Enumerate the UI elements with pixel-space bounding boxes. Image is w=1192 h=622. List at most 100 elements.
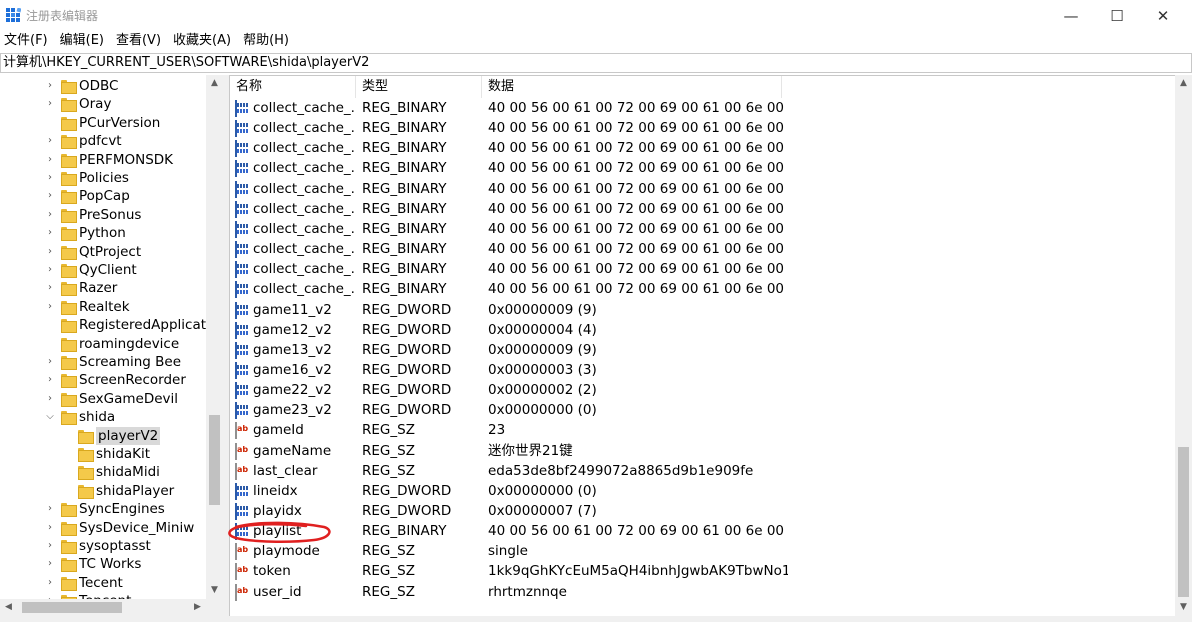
value-row[interactable]: playidx REG_DWORD 0x00000007 (7) <box>230 501 1175 521</box>
chevron-right-icon[interactable]: › <box>45 374 55 386</box>
scroll-left-arrow-icon[interactable]: ◀ <box>0 599 17 616</box>
tree-item[interactable]: › SysDevice_Miniw <box>0 519 206 537</box>
value-row[interactable]: game23_v2 REG_DWORD 0x00000000 (0) <box>230 400 1175 420</box>
chevron-right-icon[interactable]: › <box>45 393 55 405</box>
value-row[interactable]: collect_cache_... REG_BINARY 40 00 56 00 6… <box>230 138 1175 158</box>
menu-favorites[interactable]: 收藏夹(A) <box>173 31 237 53</box>
tree-item[interactable]: shidaKit <box>0 445 206 463</box>
column-header-type[interactable]: 类型 <box>356 76 482 98</box>
chevron-right-icon[interactable]: › <box>45 135 55 147</box>
tree-item[interactable]: › TC Works <box>0 555 206 573</box>
close-button[interactable]: ✕ <box>1140 0 1186 31</box>
menu-edit[interactable]: 编辑(E) <box>60 31 110 53</box>
value-row[interactable]: ab token REG_SZ 1kk9qGhKYcEuM5aQH4ibnhJgwbA… <box>230 561 1175 581</box>
chevron-right-icon[interactable]: › <box>45 246 55 258</box>
tree-item[interactable]: › QtProject <box>0 243 206 261</box>
value-row[interactable]: game11_v2 REG_DWORD 0x00000009 (9) <box>230 300 1175 320</box>
chevron-right-icon[interactable]: › <box>45 282 55 294</box>
menu-view[interactable]: 查看(V) <box>116 31 167 53</box>
tree-item[interactable]: › Razer <box>0 279 206 297</box>
tree-scroll-thumb[interactable] <box>209 415 220 505</box>
list-scroll-down-arrow-icon[interactable]: ▼ <box>1175 599 1192 616</box>
chevron-right-icon[interactable]: › <box>45 227 55 239</box>
column-header-data[interactable]: 数据 <box>482 76 782 98</box>
scroll-down-arrow-icon[interactable]: ▼ <box>206 582 223 599</box>
value-row[interactable]: game13_v2 REG_DWORD 0x00000009 (9) <box>230 340 1175 360</box>
tree-item[interactable]: › PopCap <box>0 187 206 205</box>
address-bar[interactable]: 计算机\HKEY_CURRENT_USER\SOFTWARE\shida\pla… <box>0 53 1192 73</box>
tree-item[interactable]: › Policies <box>0 169 206 187</box>
value-row[interactable]: collect_cache_... REG_BINARY 40 00 56 00 6… <box>230 158 1175 178</box>
chevron-right-icon[interactable]: › <box>45 503 55 515</box>
value-row[interactable]: lineidx REG_DWORD 0x00000000 (0) <box>230 481 1175 501</box>
tree-item[interactable]: › SexGameDevil <box>0 390 206 408</box>
value-row[interactable]: collect_cache_... REG_BINARY 40 00 56 00 6… <box>230 199 1175 219</box>
minimize-button[interactable]: — <box>1048 0 1094 31</box>
chevron-right-icon[interactable]: › <box>45 577 55 589</box>
chevron-right-icon[interactable]: › <box>45 540 55 552</box>
chevron-right-icon[interactable]: › <box>45 190 55 202</box>
chevron-right-icon[interactable]: › <box>45 522 55 534</box>
menu-file[interactable]: 文件(F) <box>4 31 54 53</box>
value-row[interactable]: collect_cache_... REG_BINARY 40 00 56 00 6… <box>230 118 1175 138</box>
menu-help[interactable]: 帮助(H) <box>243 31 295 53</box>
value-row[interactable]: game16_v2 REG_DWORD 0x00000003 (3) <box>230 360 1175 380</box>
chevron-right-icon[interactable]: › <box>45 209 55 221</box>
tree-item[interactable]: › Python <box>0 224 206 242</box>
value-row[interactable]: collect_cache_... REG_BINARY 40 00 56 00 6… <box>230 279 1175 299</box>
tree-item[interactable]: shidaMidi <box>0 463 206 481</box>
tree-item[interactable]: ⌵ shida <box>0 408 206 426</box>
value-row[interactable]: playlist REG_BINARY 40 00 56 00 61 00 72 0… <box>230 521 1175 541</box>
tree-item[interactable]: › ScreenRecorder <box>0 371 206 389</box>
value-row[interactable]: collect_cache_... REG_BINARY 40 00 56 00 6… <box>230 219 1175 239</box>
tree-item[interactable]: ›Tencent <box>0 592 206 599</box>
value-row[interactable]: ab gameName REG_SZ 迷你世界21键 <box>230 441 1175 461</box>
value-row[interactable]: ab gameId REG_SZ 23 <box>230 420 1175 440</box>
chevron-right-icon[interactable]: › <box>45 264 55 276</box>
tree-item[interactable]: › sysoptasst <box>0 537 206 555</box>
chevron-right-icon[interactable]: › <box>45 301 55 313</box>
tree-item[interactable]: › Tecent <box>0 574 206 592</box>
tree-item[interactable]: playerV2 <box>0 426 206 445</box>
tree-item[interactable]: PCurVersion <box>0 114 206 132</box>
tree-item[interactable]: › QyClient <box>0 261 206 279</box>
value-row[interactable]: collect_cache_... REG_BINARY 40 00 56 00 6… <box>230 179 1175 199</box>
tree-item[interactable]: › ODBC <box>0 77 206 95</box>
value-row[interactable]: game12_v2 REG_DWORD 0x00000004 (4) <box>230 320 1175 340</box>
tree-horizontal-scrollbar[interactable]: ◀ ▶ <box>0 599 206 616</box>
value-row[interactable]: collect_cache_... REG_BINARY 40 00 56 00 6… <box>230 239 1175 259</box>
chevron-right-icon[interactable]: › <box>45 154 55 166</box>
maximize-button[interactable]: ☐ <box>1094 0 1140 31</box>
tree-item[interactable]: › SyncEngines <box>0 500 206 518</box>
tree-item[interactable]: › Screaming Bee <box>0 353 206 371</box>
chevron-right-icon[interactable]: › <box>45 558 55 570</box>
tree-item[interactable]: › Realtek <box>0 298 206 316</box>
folder-icon <box>61 79 77 94</box>
scroll-right-arrow-icon[interactable]: ▶ <box>189 599 206 616</box>
tree-item[interactable]: › pdfcvt <box>0 132 206 150</box>
value-row[interactable]: ab user_id REG_SZ rhrtmznnqe <box>230 582 1175 602</box>
tree-item[interactable]: › Oray <box>0 95 206 113</box>
tree-item[interactable]: RegisteredApplicatic <box>0 316 217 334</box>
chevron-right-icon[interactable]: › <box>45 356 55 368</box>
value-row[interactable]: collect_cache_... REG_BINARY 40 00 56 00 6… <box>230 98 1175 118</box>
chevron-right-icon[interactable]: › <box>45 80 55 92</box>
value-row[interactable]: ab playmode REG_SZ single <box>230 541 1175 561</box>
list-scroll-up-arrow-icon[interactable]: ▲ <box>1175 75 1192 92</box>
value-row[interactable]: ab last_clear REG_SZ eda53de8bf2499072a8865… <box>230 461 1175 481</box>
value-row[interactable]: collect_cache_... REG_BINARY 40 00 56 00 6… <box>230 259 1175 279</box>
tree-item[interactable]: roamingdevice <box>0 335 206 353</box>
value-row[interactable]: game22_v2 REG_DWORD 0x00000002 (2) <box>230 380 1175 400</box>
tree-hscroll-thumb[interactable] <box>22 602 122 613</box>
tree-item[interactable]: shidaPlayer <box>0 482 206 500</box>
list-scroll-thumb[interactable] <box>1178 447 1189 597</box>
scroll-up-arrow-icon[interactable]: ▲ <box>206 75 223 92</box>
tree-item[interactable]: › PreSonus <box>0 206 206 224</box>
chevron-down-icon[interactable]: ⌵ <box>45 411 55 423</box>
chevron-right-icon[interactable]: › <box>45 98 55 110</box>
chevron-right-icon[interactable]: › <box>45 172 55 184</box>
tree-item[interactable]: › PERFMONSDK <box>0 151 206 169</box>
tree-vertical-scrollbar[interactable]: ▲ ▼ <box>206 75 223 599</box>
column-header-name[interactable]: 名称 <box>230 76 356 98</box>
list-vertical-scrollbar[interactable]: ▲ ▼ <box>1175 75 1192 616</box>
